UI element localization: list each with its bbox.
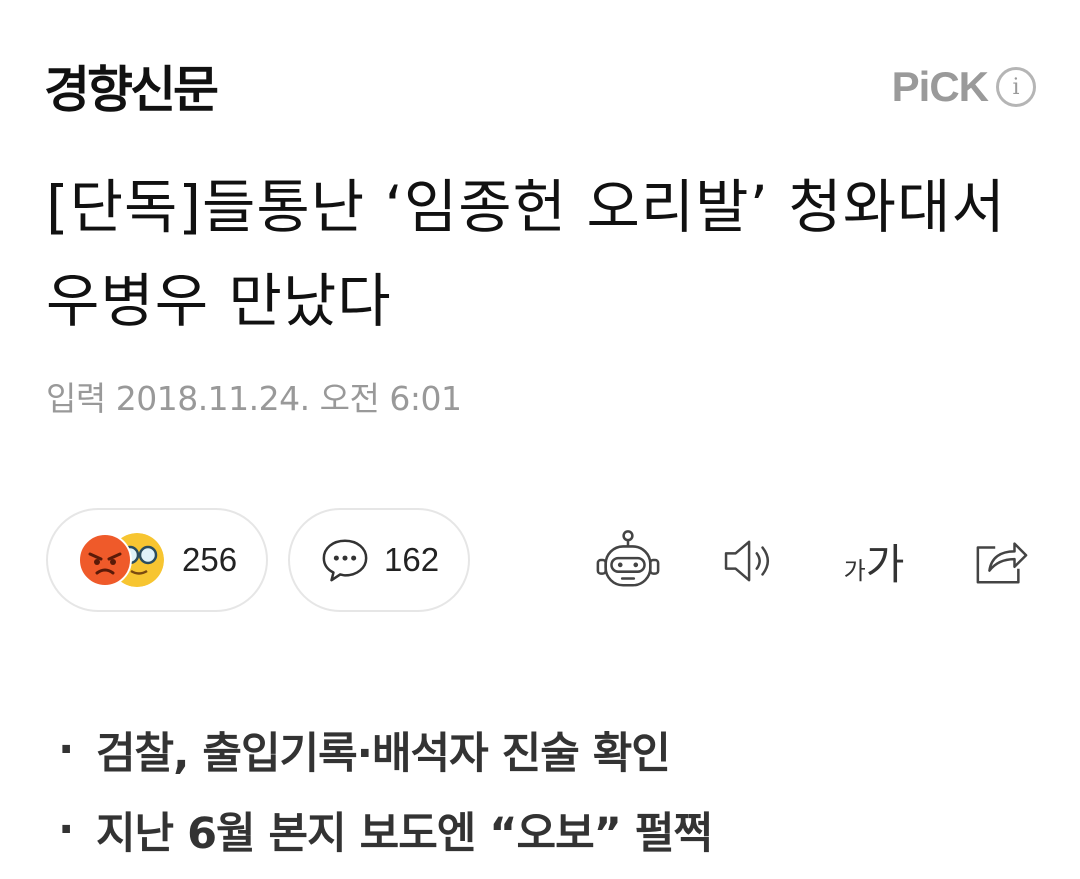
summary-item: · 지난 6월 본지 보도엔 “오보” 펄쩍 <box>58 790 1058 870</box>
robot-icon <box>596 530 660 587</box>
article-timestamp: 입력 2018.11.24. 오전 6:01 <box>46 379 462 418</box>
font-size-icon: 가가 <box>844 531 905 592</box>
reactions-button[interactable]: 256 <box>46 508 268 612</box>
listen-button[interactable] <box>716 526 786 596</box>
share-icon <box>976 542 1028 584</box>
article-header: 경향신문 PiCK i <box>44 48 1036 124</box>
font-big-glyph: 가 <box>865 539 905 589</box>
bullet-icon: · <box>58 805 74 855</box>
article-summary: · 검찰, 출입기록·배석자 진술 확인 · 지난 6월 본지 보도엔 “오보”… <box>58 710 1058 870</box>
article-headline: [단독]들통난 ‘임종헌 오리발’ 청와대서 우병우 만났다 <box>46 173 1006 335</box>
summary-bot-button[interactable] <box>588 526 668 596</box>
pick-label: PiCK <box>891 63 989 110</box>
bullet-icon: · <box>58 725 74 775</box>
share-button[interactable] <box>966 526 1036 596</box>
speaker-icon <box>724 540 770 582</box>
press-logo[interactable]: 경향신문 <box>44 50 219 122</box>
comments-button[interactable]: 162 <box>288 508 470 612</box>
comment-icon <box>320 535 370 585</box>
summary-text: 검찰, 출입기록·배석자 진술 확인 <box>96 729 671 779</box>
font-size-button[interactable]: 가가 <box>834 526 914 596</box>
summary-item: · 검찰, 출입기록·배석자 진술 확인 <box>58 710 1058 790</box>
summary-text: 지난 6월 본지 보도엔 “오보” 펄쩍 <box>96 809 713 859</box>
comment-count: 162 <box>384 541 440 578</box>
info-icon[interactable]: i <box>996 67 1036 107</box>
reaction-emojis <box>78 533 168 587</box>
reaction-count: 256 <box>182 541 238 578</box>
font-small-glyph: 가 <box>843 556 866 585</box>
article-action-bar: 256 162 가가 <box>46 508 1036 614</box>
angry-emoji-icon <box>78 533 132 587</box>
pick-badge[interactable]: PiCK i <box>892 62 1036 112</box>
